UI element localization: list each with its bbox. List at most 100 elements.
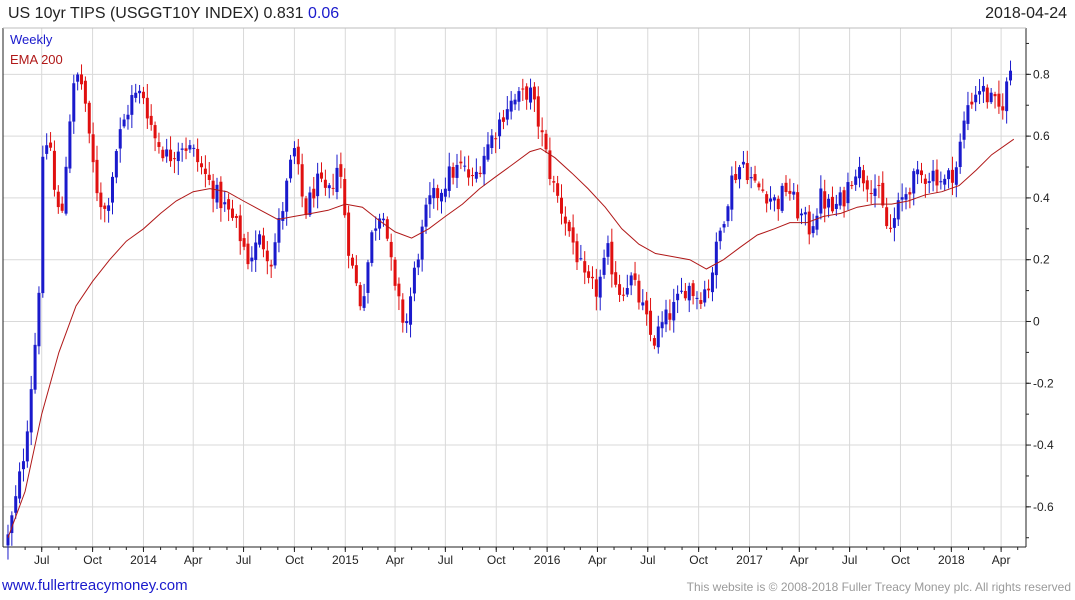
candle-body: [412, 267, 416, 294]
legend-weekly: Weekly: [10, 32, 53, 47]
candle-body: [730, 175, 734, 210]
x-tick-label: Jul: [438, 553, 453, 567]
candle-body: [525, 86, 529, 100]
candle-body: [424, 204, 428, 227]
candle-body: [606, 243, 610, 257]
candle-body: [699, 300, 703, 304]
candle-body: [265, 250, 269, 262]
candle-body: [49, 142, 53, 148]
candle-body: [916, 169, 920, 175]
candle-body: [784, 182, 788, 192]
candle-body: [358, 285, 362, 307]
candle-body: [416, 259, 420, 268]
x-tick-label: 2017: [736, 553, 763, 567]
candle-body: [157, 142, 161, 147]
x-tick-label: Apr: [588, 553, 607, 567]
candle-body: [188, 145, 192, 150]
candle-body: [629, 275, 633, 286]
candle-body: [842, 190, 846, 207]
candle-body: [72, 83, 76, 122]
candle-body: [366, 262, 370, 293]
candle-body: [33, 344, 37, 390]
candle-body: [242, 238, 246, 247]
candle-body: [989, 92, 993, 103]
candle-body: [509, 100, 513, 112]
candle-body: [714, 241, 718, 276]
candle-body: [281, 211, 285, 221]
candle-body: [796, 192, 800, 219]
candle-body: [881, 182, 885, 206]
candle-body: [230, 208, 234, 218]
candle-body: [331, 187, 335, 189]
candle-body: [761, 189, 765, 191]
candle-body: [405, 321, 409, 324]
candle-body: [556, 183, 560, 196]
candle-body: [978, 91, 982, 95]
candle-body: [788, 190, 792, 194]
candle-body: [335, 167, 339, 193]
candle-body: [811, 226, 815, 234]
candle-body: [904, 194, 908, 200]
candle-body: [807, 211, 811, 235]
x-tick-label: 2016: [534, 553, 561, 567]
candle-body: [738, 167, 742, 180]
candle-body: [571, 227, 575, 243]
candle-body: [60, 203, 64, 211]
candle-body: [517, 91, 521, 102]
candle-body: [207, 174, 211, 180]
legend-ema: EMA 200: [10, 52, 63, 67]
candle-body: [594, 279, 598, 297]
candle-body: [598, 276, 602, 298]
candle-body: [664, 309, 668, 325]
candle-body: [974, 94, 978, 103]
candle-body: [486, 144, 490, 160]
x-tick-label: 2018: [938, 553, 965, 567]
candle-body: [385, 219, 389, 239]
candle-body: [176, 151, 180, 162]
candle-body: [877, 184, 881, 186]
candle-body: [885, 207, 889, 227]
candle-body: [14, 496, 18, 513]
site-link[interactable]: www.fullertreacymoney.com: [2, 577, 188, 594]
candle-body: [149, 115, 153, 125]
candle-body: [145, 97, 149, 119]
candle-body: [285, 180, 289, 212]
candle-body: [823, 191, 827, 209]
candle-body: [970, 101, 974, 105]
candle-body: [474, 171, 478, 179]
candle-body: [374, 228, 378, 231]
candle-body: [873, 188, 877, 196]
chart-canvas: 0.8 0.6 0.4 0.2 0 -0.2 -0.4 -0.6 Jul Oct 2014 Apr Ju…: [2, 27, 1054, 567]
candle-body: [707, 288, 711, 291]
candle-body: [931, 170, 935, 182]
candle-body: [350, 257, 354, 266]
candle-body: [304, 198, 308, 216]
candle-body: [985, 87, 989, 103]
candle-body: [261, 235, 265, 250]
candle-body: [347, 212, 351, 256]
candle-body: [846, 182, 850, 204]
candle-body: [455, 164, 459, 178]
candle-body: [799, 213, 803, 216]
candle-body: [323, 179, 327, 188]
candle-body: [683, 290, 687, 299]
candle-body: [939, 181, 943, 183]
candle-body: [343, 179, 347, 216]
candle-body: [834, 203, 838, 209]
candle-body: [87, 102, 91, 134]
candle-body: [64, 166, 68, 214]
x-tick-label: Jul: [842, 553, 857, 567]
candle-body: [625, 288, 629, 295]
candle-body: [389, 241, 393, 258]
candle-body: [41, 156, 45, 294]
candle-body: [567, 221, 571, 232]
candle-body: [161, 149, 165, 159]
candle-body: [238, 215, 242, 242]
candle-body: [672, 301, 676, 321]
candle-body: [745, 163, 749, 181]
candle-body: [637, 280, 641, 303]
candle-body: [579, 258, 583, 260]
candle-body: [103, 205, 107, 209]
candle-body: [827, 198, 831, 208]
candle-body: [470, 175, 474, 177]
